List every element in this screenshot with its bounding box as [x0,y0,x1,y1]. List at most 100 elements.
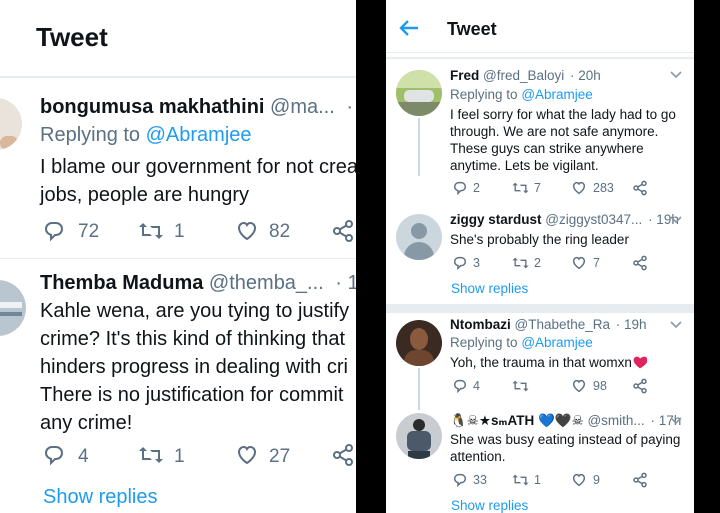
share-icon [633,255,647,271]
heart-icon [572,256,586,270]
share-button[interactable] [632,378,648,394]
page-title: Tweet [447,19,497,39]
share-button[interactable] [632,180,648,196]
chevron-down-icon [670,216,682,224]
share-icon [333,444,353,466]
share-icon [333,220,353,242]
retweet-icon [512,380,529,392]
retweet-button[interactable] [137,219,165,243]
tweet-text: Kahle wena, are you tying to justify cri… [40,300,350,434]
tweet-author-name[interactable]: bongumusa makhathini [40,96,264,118]
share-button[interactable] [331,219,355,243]
avatar[interactable] [0,98,22,150]
heart-icon [237,221,257,241]
like-button[interactable] [571,255,587,271]
like-count: 82 [269,221,291,242]
show-replies-link[interactable]: Show replies [43,486,158,509]
back-button[interactable] [398,18,420,38]
reply-icon [453,379,467,394]
reply-icon [44,222,64,242]
reply-count: 72 [78,221,100,242]
replying-to-link[interactable]: @Abramjee [521,87,592,102]
replying-to-link[interactable]: @Abramjee [146,124,252,146]
share-button[interactable] [331,443,355,467]
tweet-author-handle: @ziggyst0347... [545,212,643,227]
like-button[interactable] [571,378,587,394]
retweet-icon [139,223,163,239]
tweet-time: · 1 [335,272,356,294]
tweet-text: She was busy eating instead of paying at… [450,432,681,464]
heart-icon [572,473,586,487]
tweet-author-handle: @themba_... [208,272,324,294]
share-button[interactable] [632,472,648,488]
like-button[interactable] [235,443,259,467]
tweet-menu-button[interactable] [670,71,682,79]
retweet-button[interactable] [511,472,530,488]
tweet-menu-button[interactable] [670,321,682,329]
tweet-author-name[interactable]: 🐧☠★sₘATH 💙🖤☠ [450,413,584,428]
retweet-button[interactable] [511,255,530,271]
tweet-menu-button[interactable] [670,417,682,425]
like-count: 7 [593,256,600,270]
tweet-author-name[interactable]: ziggy stardust [450,212,542,227]
avatar[interactable] [396,214,442,260]
retweet-button[interactable] [511,180,530,196]
tweet-text: I feel sorry for what the lady had to go… [450,107,676,173]
tweet-author-name[interactable]: Themba Maduma [40,272,203,294]
like-count: 283 [593,181,614,195]
retweet-count: 2 [534,256,541,270]
retweet-count: 1 [174,221,185,242]
right-screenshot: Tweet Fred @fred_Baloyi · 20h Replying t… [386,0,694,513]
show-replies-link[interactable]: Show replies [451,281,528,296]
tweet-author-name[interactable]: Ntombazi [450,317,511,332]
chevron-down-icon [670,321,682,329]
share-icon [633,378,647,394]
chevron-down-icon [670,417,682,425]
retweet-icon [139,447,163,463]
retweet-icon [512,257,529,269]
tweet-text: I blame our government for not crea jobs… [40,156,356,206]
left-screenshot: Tweet bongumusa makhathini @ma... · 2 Re… [0,0,356,513]
share-button[interactable] [632,255,648,271]
reply-count: 3 [473,256,480,270]
reply-button[interactable] [42,443,66,467]
reply-button[interactable] [452,180,468,196]
tweet-author-name[interactable]: Fred [450,68,479,83]
reply-icon [453,181,467,196]
tweet-menu-button[interactable] [670,216,682,224]
tweet-time: · 19h [615,317,647,332]
reply-button[interactable] [452,472,468,488]
retweet-icon [512,474,529,486]
heart-icon [572,379,586,393]
replying-label: Replying to [450,87,518,102]
avatar[interactable] [0,280,26,336]
replying-label: Replying to [450,335,518,350]
like-count: 9 [593,473,600,487]
like-button[interactable] [571,472,587,488]
reply-icon [44,446,64,466]
tweet-time: · 2 [346,96,356,118]
avatar[interactable] [396,413,442,459]
like-button[interactable] [235,219,259,243]
avatar[interactable] [396,320,442,366]
retweet-button[interactable] [137,443,165,467]
like-button[interactable] [571,180,587,196]
reply-button[interactable] [452,378,468,394]
avatar[interactable] [396,70,442,116]
replying-label: Replying to [40,124,141,146]
reply-icon [453,473,467,488]
reply-icon [453,256,467,271]
reply-button[interactable] [452,255,468,271]
retweet-icon [512,182,529,194]
retweet-count: 1 [534,473,541,487]
retweet-button[interactable] [511,378,530,394]
share-icon [633,180,647,196]
replying-to-link[interactable]: @Abramjee [521,335,592,350]
chevron-down-icon [670,71,682,79]
broken-heart-emoji [633,356,647,369]
retweet-count: 7 [534,181,541,195]
reply-button[interactable] [42,219,66,243]
heart-icon [572,181,586,195]
tweet-author-handle: @fred_Baloyi [483,68,565,83]
show-replies-link[interactable]: Show replies [451,498,528,513]
